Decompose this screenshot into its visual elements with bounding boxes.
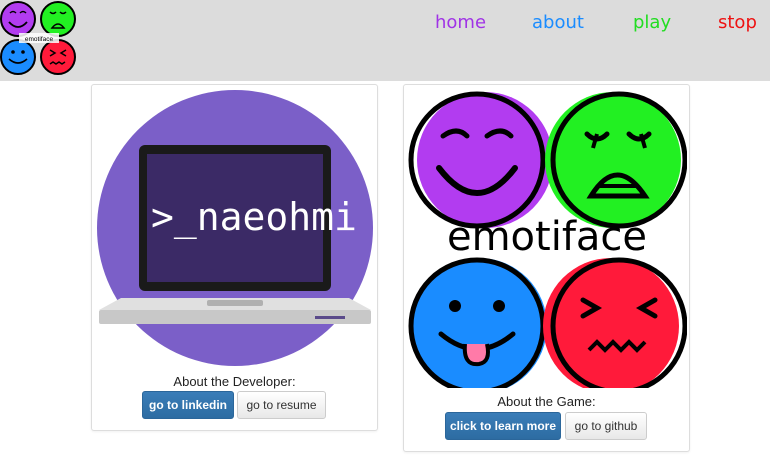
github-button[interactable]: go to github bbox=[565, 412, 647, 440]
top-navbar: emotiface home about play stop bbox=[0, 0, 770, 81]
developer-logo-text: >_naeohmi bbox=[151, 195, 357, 240]
developer-laptop-image: >_naeohmi bbox=[97, 90, 373, 366]
nav-home-link[interactable]: home bbox=[435, 12, 486, 33]
developer-card: >_naeohmi About the Developer: go to lin… bbox=[91, 84, 378, 431]
game-caption: About the Game: bbox=[497, 394, 596, 409]
developer-caption: About the Developer: bbox=[173, 374, 296, 389]
nav-play-link[interactable]: play bbox=[633, 12, 671, 33]
nav-about-link[interactable]: about bbox=[532, 12, 584, 33]
game-card: emotiface About the Game: click to learn… bbox=[403, 84, 690, 452]
game-logo-text: emotiface bbox=[447, 214, 647, 260]
learn-more-button[interactable]: click to learn more bbox=[445, 412, 561, 440]
emotiface-game-image: emotiface bbox=[408, 91, 687, 388]
linkedin-button[interactable]: go to linkedin bbox=[142, 391, 234, 419]
resume-button[interactable]: go to resume bbox=[237, 391, 326, 419]
logo-text: emotiface bbox=[25, 36, 54, 43]
emotiface-logo[interactable]: emotiface bbox=[0, 0, 78, 78]
nav-stop-link[interactable]: stop bbox=[718, 12, 757, 33]
